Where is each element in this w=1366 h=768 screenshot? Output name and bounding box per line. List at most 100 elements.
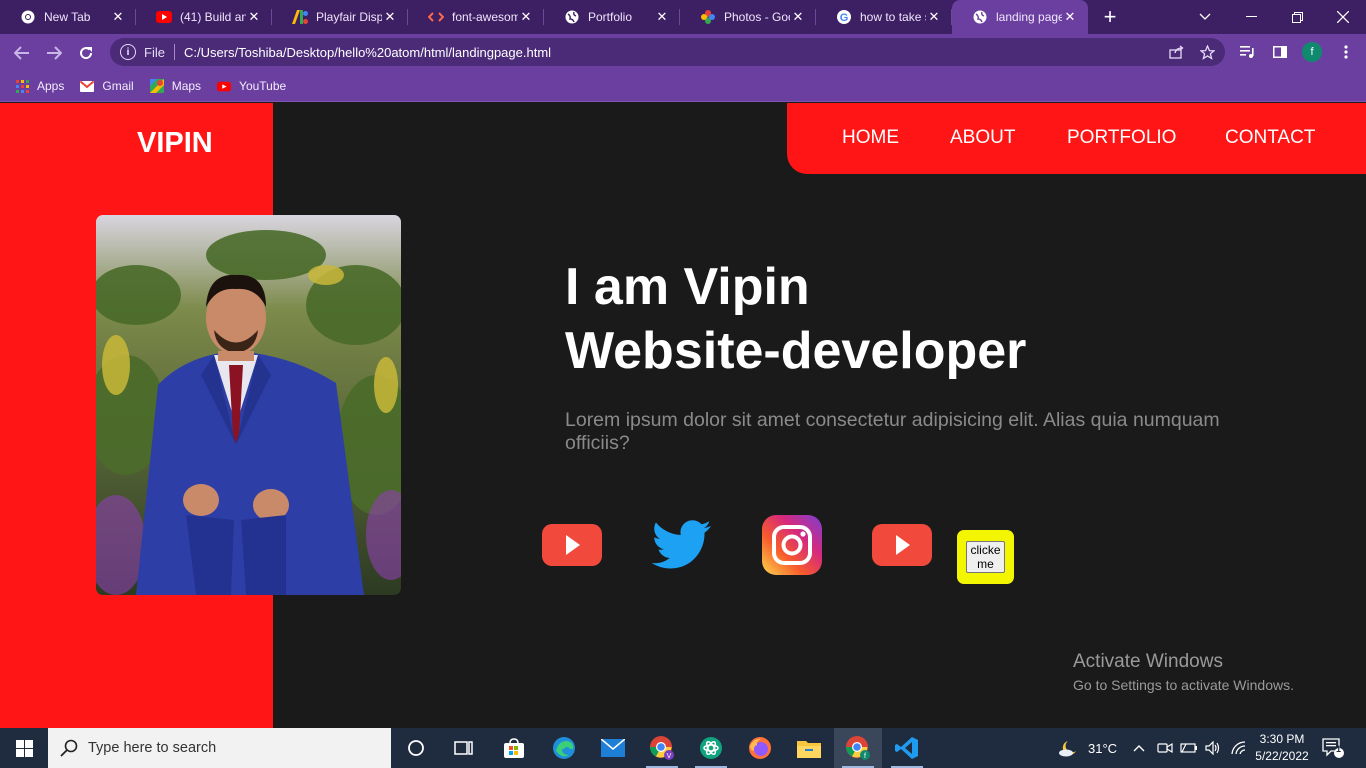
tab-font-awesome[interactable]: font-awesome ✕ — [408, 0, 544, 34]
nav-portfolio-link[interactable]: PORTFOLIO — [1067, 127, 1176, 149]
close-icon[interactable]: ✕ — [110, 9, 126, 25]
apps-grid-icon — [15, 79, 29, 93]
microsoft-store-icon[interactable] — [490, 728, 538, 768]
weather-moon-icon — [1059, 741, 1076, 757]
meet-now-icon[interactable] — [1157, 728, 1173, 768]
star-icon[interactable] — [1198, 43, 1216, 61]
notification-center-icon[interactable]: 1 — [1322, 728, 1344, 768]
file-explorer-icon[interactable] — [785, 728, 833, 768]
forward-arrow-icon[interactable] — [41, 40, 67, 66]
youtube-icon[interactable] — [872, 515, 932, 575]
tab-google-search[interactable]: G how to take s ✕ — [816, 0, 952, 34]
windows-taskbar: Type here to search V f 31°C 3:30 PM 5/2… — [0, 728, 1366, 768]
task-view-icon[interactable] — [440, 728, 488, 768]
reload-icon[interactable] — [73, 40, 99, 66]
clock-date: 5/22/2022 — [1255, 749, 1309, 763]
close-icon[interactable]: ✕ — [790, 9, 806, 25]
mail-icon[interactable] — [589, 728, 637, 768]
side-panel-icon[interactable] — [1270, 42, 1290, 62]
hero-title-line-1: I am Vipin — [565, 258, 810, 316]
taskbar-search-input[interactable]: Type here to search — [48, 728, 391, 768]
instagram-icon[interactable] — [762, 515, 822, 575]
wifi-icon[interactable] — [1230, 728, 1246, 768]
battery-icon[interactable] — [1180, 728, 1198, 768]
watermark-title: Activate Windows — [1073, 651, 1223, 672]
click-button-container: clicke me — [957, 530, 1014, 584]
youtube-icon[interactable] — [542, 515, 602, 575]
landing-page: VIPIN HOME ABOUT PORTFOLIO CONTACT I am … — [0, 103, 1366, 728]
windows-start-icon[interactable] — [0, 728, 48, 768]
search-icon — [60, 739, 78, 757]
youtube-icon — [156, 9, 172, 25]
browser-toolbar: i File C:/Users/Toshiba/Desktop/hello%20… — [0, 34, 1366, 71]
svg-text:G: G — [840, 12, 849, 24]
profile-avatar[interactable]: f — [1302, 42, 1322, 62]
nav-contact-link[interactable]: CONTACT — [1225, 127, 1315, 149]
new-tab-button[interactable]: + — [1088, 0, 1132, 34]
hero-heading: I am Vipin Website-developer — [565, 255, 1026, 383]
close-window-icon[interactable] — [1320, 0, 1366, 34]
clock-time: 3:30 PM — [1259, 732, 1305, 746]
close-icon[interactable]: ✕ — [382, 9, 398, 25]
more-menu-icon[interactable] — [1336, 42, 1356, 62]
chrome-icon[interactable]: V — [638, 728, 686, 768]
info-icon[interactable]: i — [120, 44, 136, 60]
cortana-icon[interactable] — [392, 728, 440, 768]
back-arrow-icon[interactable] — [9, 40, 35, 66]
tab-search-chevron-icon[interactable] — [1182, 0, 1228, 34]
twitter-icon[interactable] — [652, 515, 712, 575]
volume-icon[interactable] — [1205, 728, 1222, 768]
tab-title: New Tab — [44, 10, 91, 24]
globe-icon — [564, 9, 580, 25]
tab-title: Portfolio — [588, 10, 633, 24]
site-logo[interactable]: VIPIN — [137, 127, 213, 160]
google-fonts-icon — [292, 9, 308, 25]
divider — [173, 44, 175, 60]
svg-text:V: V — [667, 753, 672, 760]
nav-about-link[interactable]: ABOUT — [950, 127, 1015, 149]
edge-icon[interactable] — [540, 728, 588, 768]
tab-title: Playfair Display — [316, 10, 382, 24]
tab-portfolio[interactable]: Portfolio ✕ — [544, 0, 680, 34]
media-queue-icon[interactable] — [1238, 42, 1258, 62]
browser-tab-strip: New Tab ✕ (41) Build and ✕ Playfair Disp… — [0, 0, 1366, 34]
close-icon[interactable]: ✕ — [926, 9, 942, 25]
bookmarks-bar: Apps Gmail Maps YouTube — [0, 71, 1366, 102]
close-icon[interactable]: ✕ — [246, 9, 262, 25]
chrome-icon[interactable]: f — [834, 728, 882, 768]
close-icon[interactable]: ✕ — [654, 9, 670, 25]
share-icon[interactable] — [1167, 43, 1185, 61]
minimize-icon[interactable] — [1228, 0, 1274, 34]
tab-youtube[interactable]: (41) Build and ✕ — [136, 0, 272, 34]
tab-new-tab[interactable]: New Tab ✕ — [0, 0, 136, 34]
tab-playfair[interactable]: Playfair Display ✕ — [272, 0, 408, 34]
svg-text:f: f — [864, 753, 866, 760]
close-icon[interactable]: ✕ — [1062, 9, 1078, 25]
close-icon[interactable]: ✕ — [518, 9, 534, 25]
tab-title: Photos - Google — [724, 10, 790, 24]
bookmark-maps[interactable]: Maps — [149, 79, 201, 93]
tab-title: font-awesome — [452, 10, 518, 24]
site-navigation: HOME ABOUT PORTFOLIO CONTACT — [787, 103, 1366, 174]
weather-widget[interactable]: 31°C — [1058, 728, 1117, 768]
hero-description: Lorem ipsum dolor sit amet consectetur a… — [565, 409, 1220, 454]
globe-icon — [972, 9, 988, 25]
taskbar-clock[interactable]: 3:30 PM 5/22/2022 — [1252, 731, 1312, 765]
firefox-icon[interactable] — [736, 728, 784, 768]
tab-photos[interactable]: Photos - Google ✕ — [680, 0, 816, 34]
click-me-button[interactable]: clicke me — [966, 541, 1005, 573]
nav-home-link[interactable]: HOME — [842, 127, 899, 149]
restore-icon[interactable] — [1274, 0, 1320, 34]
vscode-icon[interactable] — [883, 728, 931, 768]
url-text[interactable]: C:/Users/Toshiba/Desktop/hello%20atom/ht… — [184, 45, 551, 60]
bookmark-apps[interactable]: Apps — [15, 79, 64, 93]
address-bar[interactable]: i File C:/Users/Toshiba/Desktop/hello%20… — [110, 38, 1225, 66]
weather-temperature: 31°C — [1088, 740, 1118, 756]
tab-landing-page[interactable]: landing page ✕ — [952, 0, 1088, 34]
bookmark-gmail[interactable]: Gmail — [80, 79, 134, 93]
chatgpt-icon[interactable] — [687, 728, 735, 768]
bookmark-youtube[interactable]: YouTube — [217, 79, 286, 93]
maps-icon — [149, 79, 164, 93]
show-hidden-icons-chevron-icon[interactable] — [1133, 728, 1145, 768]
youtube-icon — [217, 79, 232, 93]
